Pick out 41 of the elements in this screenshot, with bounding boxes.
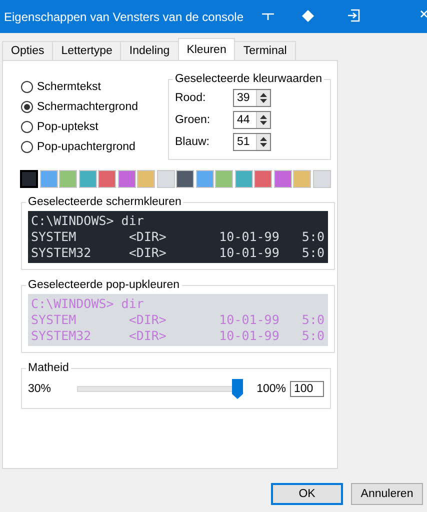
spin-field[interactable]: 39	[232, 89, 271, 107]
slider-thumb[interactable]	[232, 379, 243, 399]
spin-field[interactable]: 51	[232, 133, 271, 151]
field-label: Rood:	[174, 92, 207, 104]
group-title: Matheid	[27, 362, 70, 374]
radio-button[interactable]	[21, 80, 33, 92]
console-line: SYSTEM32 <DIR> 10-01-99 5:0	[31, 328, 324, 344]
radio-label[interactable]: Pop-upachtergrond	[37, 140, 136, 152]
spin-arrows-icon[interactable]	[256, 112, 270, 128]
slider[interactable]	[77, 379, 243, 399]
spin-field[interactable]: 44	[232, 111, 271, 129]
opacity-field[interactable]: 100	[290, 381, 324, 397]
spin-arrows-icon[interactable]	[256, 134, 270, 150]
field-label: Blauw:	[174, 136, 210, 148]
radio-label[interactable]: Schermachtergrond	[37, 100, 138, 112]
diamond-icon	[302, 10, 314, 22]
group-title: Geselecteerde kleurwaarden	[174, 73, 323, 85]
dialog-button[interactable]: OK	[271, 483, 343, 505]
color-swatch[interactable]	[20, 170, 38, 188]
field-label: Groen:	[174, 114, 212, 126]
radio-button[interactable]	[21, 100, 33, 112]
console-line: SYSTEM32 <DIR> 10-01-99 5:0	[31, 245, 324, 261]
radio-label[interactable]: Schermtekst	[37, 80, 101, 92]
window-title: Eigenschappen van Vensters van de console	[3, 10, 244, 24]
console-line: C:\WINDOWS> dir	[31, 296, 145, 312]
radio-label[interactable]: Pop-uptekst	[37, 120, 98, 132]
slider-max-label: 100%	[256, 383, 286, 395]
radio-button[interactable]	[21, 140, 33, 152]
slider-min-label: 30%	[28, 383, 52, 395]
tab[interactable]: Terminal	[234, 41, 296, 60]
tab[interactable]: Opties	[2, 41, 54, 60]
radio-button[interactable]	[21, 120, 33, 132]
tab[interactable]: Kleuren	[178, 38, 236, 60]
console-line: SYSTEM <DIR> 10-01-99 5:0	[31, 312, 324, 328]
console-line: C:\WINDOWS> dir	[31, 213, 145, 229]
spin-arrows-icon[interactable]	[256, 90, 270, 106]
group-title: Geselecteerde pop-upkleuren	[27, 279, 181, 291]
group-title: Geselecteerde schermkleuren	[27, 196, 182, 208]
dialog-button[interactable]: Annuleren	[351, 483, 423, 505]
console-line: SYSTEM <DIR> 10-01-99 5:0	[31, 229, 324, 245]
enter-box-icon	[347, 9, 360, 22]
